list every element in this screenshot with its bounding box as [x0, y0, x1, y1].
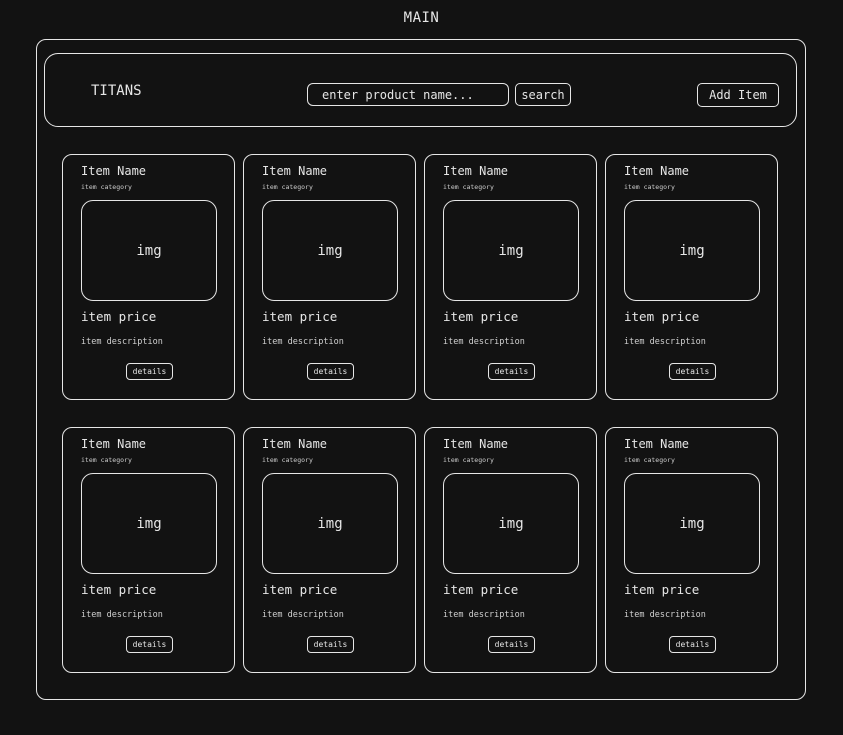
frame-title: MAIN — [403, 10, 440, 26]
item-description: item description — [624, 337, 706, 347]
item-name: Item Name — [81, 164, 147, 178]
item-description: item description — [81, 610, 163, 620]
add-item-button[interactable]: Add Item — [697, 83, 779, 107]
item-name: Item Name — [624, 437, 690, 451]
item-price: item price — [262, 582, 338, 597]
item-image-placeholder: img — [624, 200, 760, 301]
details-button[interactable]: details — [488, 363, 535, 380]
item-price: item price — [624, 309, 700, 324]
item-price: item price — [81, 582, 157, 597]
details-button[interactable]: details — [307, 363, 354, 380]
image-label: img — [136, 242, 162, 259]
product-card: Item Name item category img item price i… — [62, 154, 235, 400]
details-button[interactable]: details — [126, 636, 173, 653]
item-price: item price — [624, 582, 700, 597]
item-image-placeholder: img — [81, 200, 217, 301]
item-image-placeholder: img — [262, 200, 398, 301]
item-price: item price — [81, 309, 157, 324]
item-category: item category — [443, 456, 494, 464]
item-description: item description — [262, 337, 344, 347]
item-category: item category — [624, 456, 675, 464]
item-category: item category — [81, 183, 132, 191]
item-name: Item Name — [443, 437, 509, 451]
product-card: Item Name item category img item price i… — [605, 427, 778, 673]
details-button[interactable]: details — [669, 636, 716, 653]
item-image-placeholder: img — [443, 473, 579, 574]
product-card: Item Name item category img item price i… — [62, 427, 235, 673]
item-price: item price — [262, 309, 338, 324]
product-card: Item Name item category img item price i… — [605, 154, 778, 400]
item-image-placeholder: img — [443, 200, 579, 301]
brand-logo[interactable]: TITANS — [91, 83, 142, 99]
item-category: item category — [262, 183, 313, 191]
details-button[interactable]: details — [307, 636, 354, 653]
product-card: Item Name item category img item price i… — [424, 427, 597, 673]
item-price: item price — [443, 309, 519, 324]
product-card: Item Name item category img item price i… — [243, 154, 416, 400]
item-name: Item Name — [81, 437, 147, 451]
item-category: item category — [624, 183, 675, 191]
search-input[interactable] — [307, 83, 509, 106]
image-label: img — [679, 242, 705, 259]
item-category: item category — [262, 456, 313, 464]
details-button[interactable]: details — [669, 363, 716, 380]
item-description: item description — [443, 610, 525, 620]
image-label: img — [317, 242, 343, 259]
item-name: Item Name — [262, 437, 328, 451]
item-name: Item Name — [624, 164, 690, 178]
item-category: item category — [443, 183, 494, 191]
item-image-placeholder: img — [262, 473, 398, 574]
image-label: img — [679, 515, 705, 532]
item-name: Item Name — [443, 164, 509, 178]
product-card: Item Name item category img item price i… — [424, 154, 597, 400]
image-label: img — [498, 242, 524, 259]
item-description: item description — [443, 337, 525, 347]
details-button[interactable]: details — [488, 636, 535, 653]
search-button[interactable]: search — [515, 83, 571, 106]
image-label: img — [317, 515, 343, 532]
item-price: item price — [443, 582, 519, 597]
item-description: item description — [624, 610, 706, 620]
image-label: img — [136, 515, 162, 532]
details-button[interactable]: details — [126, 363, 173, 380]
product-grid: Item Name item category img item price i… — [62, 154, 780, 673]
item-description: item description — [81, 337, 163, 347]
item-category: item category — [81, 456, 132, 464]
item-name: Item Name — [262, 164, 328, 178]
item-image-placeholder: img — [624, 473, 760, 574]
item-description: item description — [262, 610, 344, 620]
image-label: img — [498, 515, 524, 532]
item-image-placeholder: img — [81, 473, 217, 574]
product-card: Item Name item category img item price i… — [243, 427, 416, 673]
